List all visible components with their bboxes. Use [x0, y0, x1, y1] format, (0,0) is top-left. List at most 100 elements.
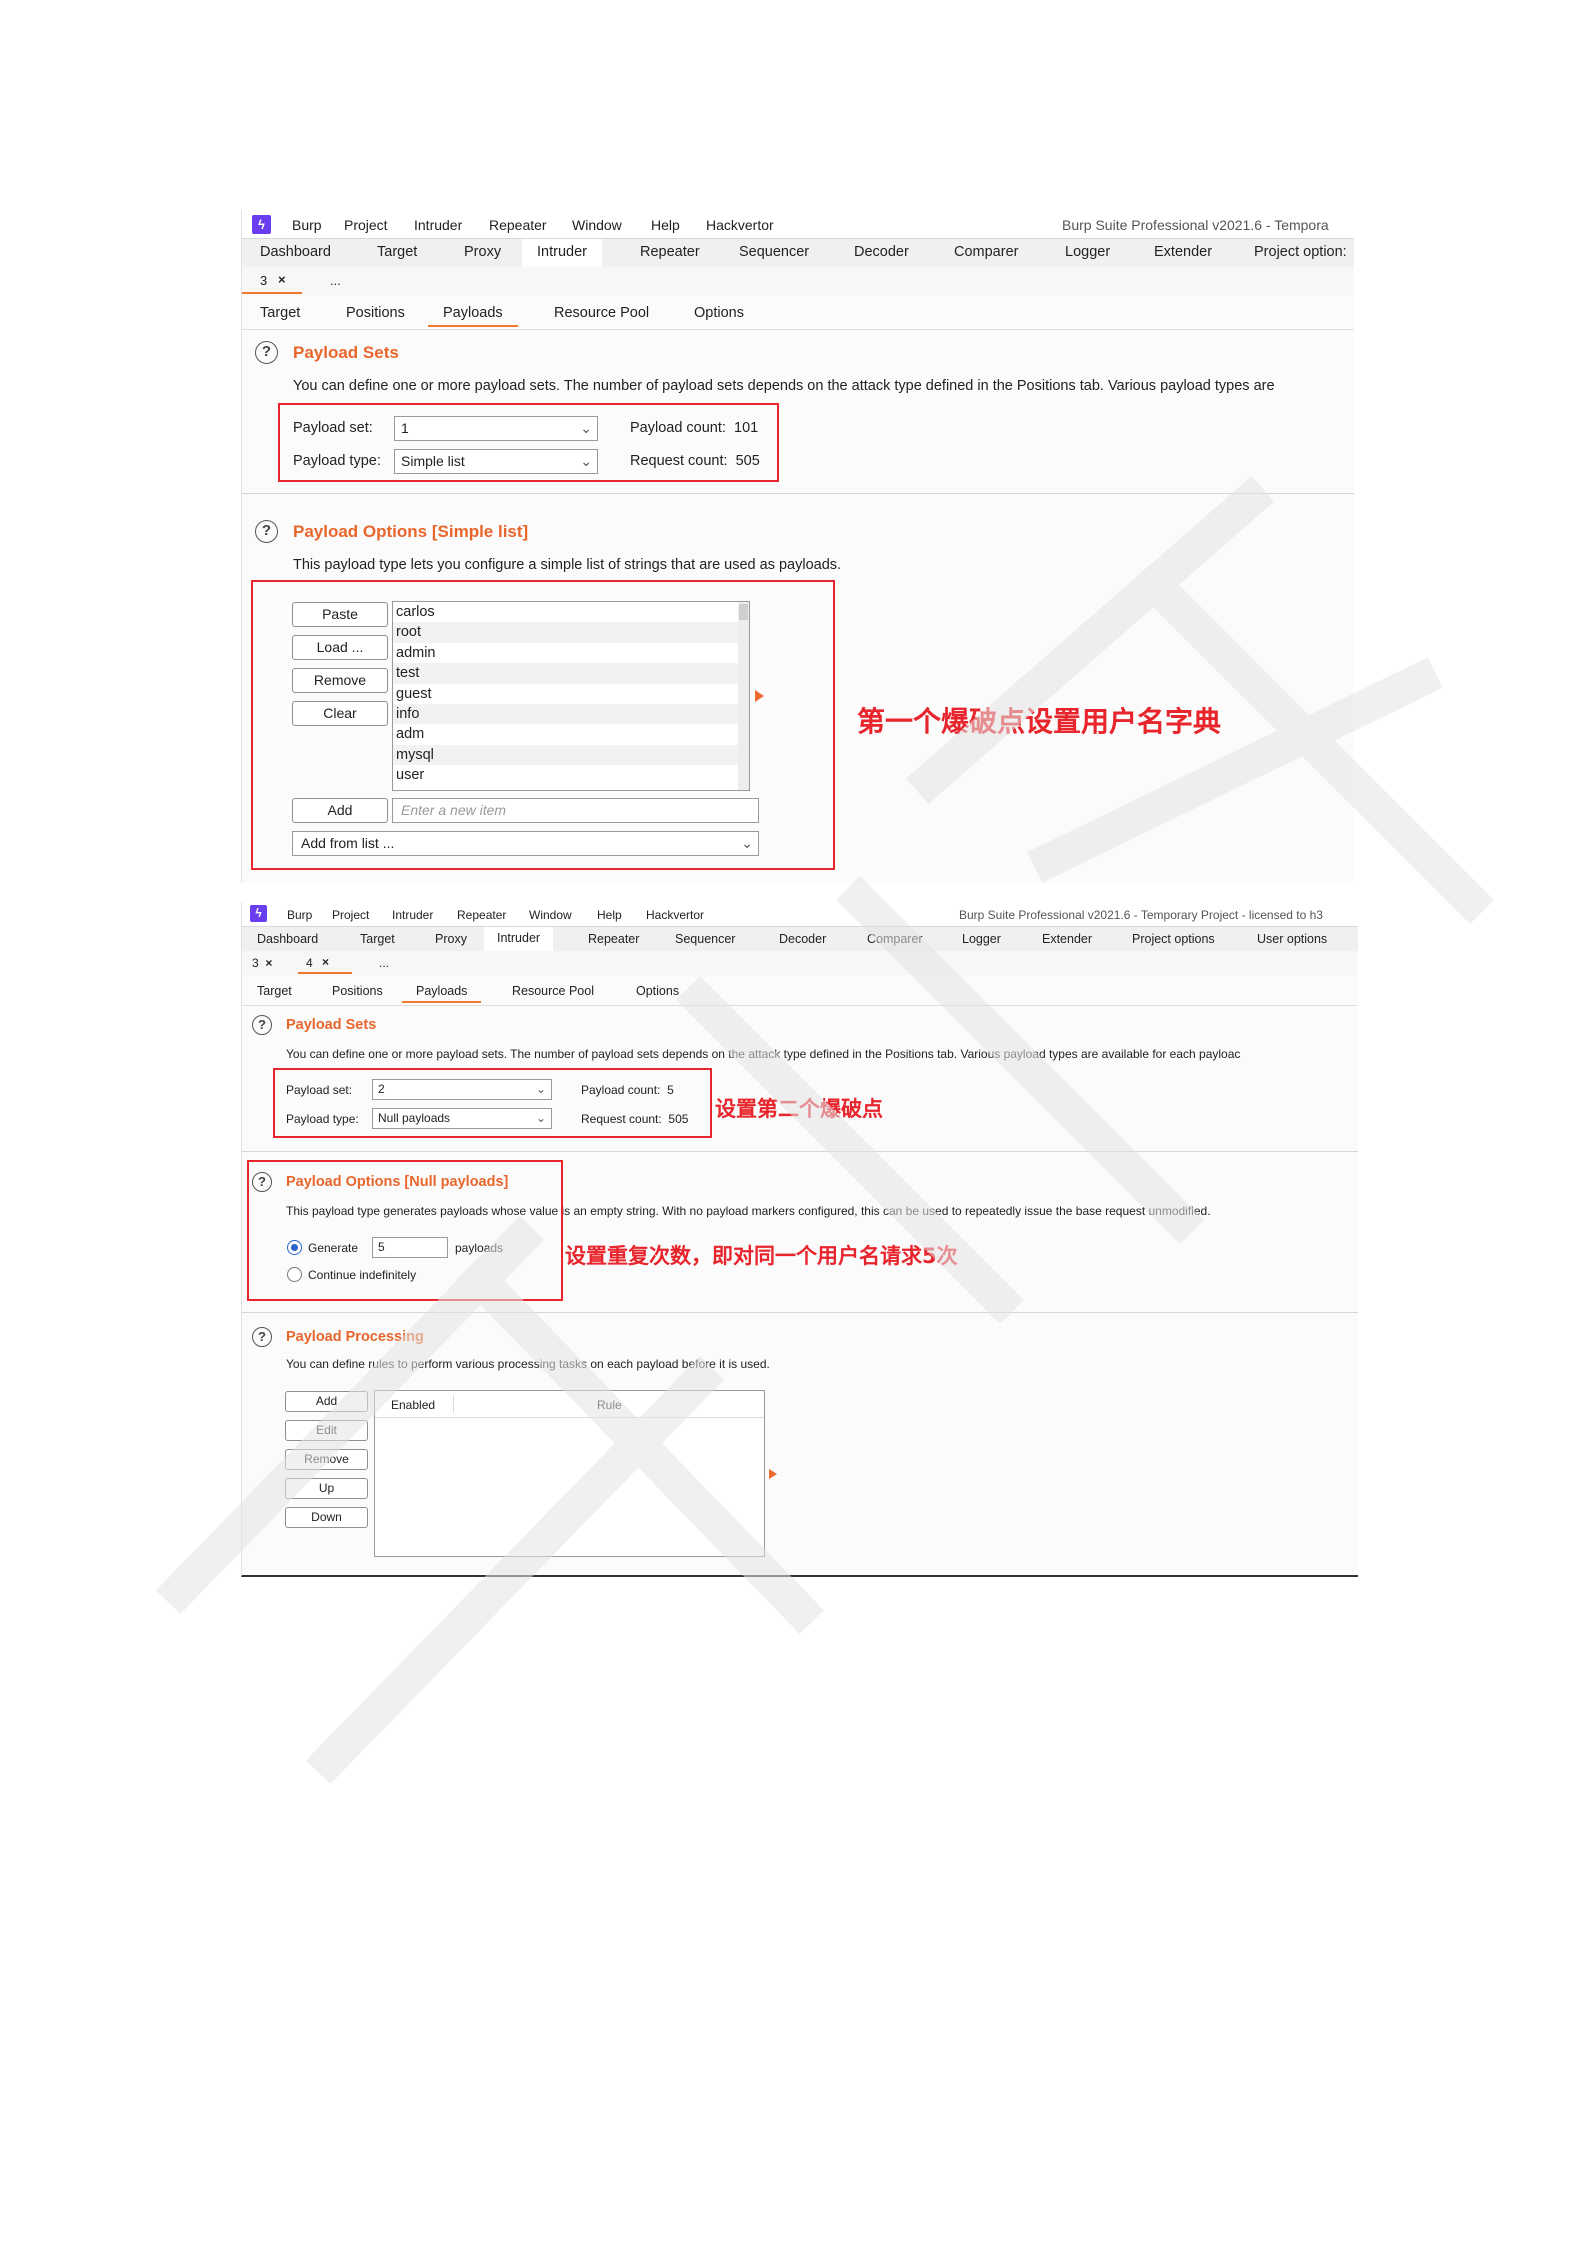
tab-sequencer[interactable]: Sequencer [739, 244, 809, 260]
tab-user-options[interactable]: User options [1257, 932, 1327, 946]
divider [242, 1151, 1358, 1152]
inner-tab-resource-pool[interactable]: Resource Pool [512, 984, 594, 998]
triangle-right-icon[interactable] [769, 1469, 777, 1479]
new-attack-tab[interactable]: ... [330, 273, 341, 288]
column-divider [453, 1395, 454, 1413]
tab-dashboard[interactable]: Dashboard [257, 932, 318, 946]
menu-window[interactable]: Window [529, 908, 572, 922]
close-icon[interactable]: × [278, 272, 286, 287]
tab-project-options[interactable]: Project option: [1254, 244, 1347, 260]
close-icon[interactable]: × [322, 955, 329, 969]
close-icon[interactable]: × [265, 956, 272, 970]
payload-options-description: This payload type lets you configure a s… [293, 557, 842, 573]
tab-sequencer[interactable]: Sequencer [675, 932, 735, 946]
divider [242, 493, 1354, 494]
tab-repeater[interactable]: Repeater [588, 932, 639, 946]
tab-intruder[interactable]: Intruder [484, 927, 554, 953]
tab-target[interactable]: Target [360, 932, 395, 946]
section-title-payload-processing: Payload Processing [286, 1329, 424, 1345]
inner-tab-resource-pool[interactable]: Resource Pool [554, 305, 649, 321]
tab-dashboard[interactable]: Dashboard [260, 244, 331, 260]
window-title: Burp Suite Professional v2021.6 - Tempor… [1062, 217, 1329, 233]
processing-rules-table[interactable]: Enabled Rule [374, 1390, 765, 1557]
menu-repeater[interactable]: Repeater [457, 908, 506, 922]
down-rule-button[interactable]: Down [285, 1507, 368, 1528]
attack-tab-4[interactable]: 4 × [298, 951, 352, 974]
add-rule-button[interactable]: Add [285, 1391, 368, 1412]
tab-comparer[interactable]: Comparer [954, 244, 1018, 260]
menu-window[interactable]: Window [572, 217, 622, 233]
attack-tab-3[interactable]: 3 × [252, 956, 272, 970]
window-title: Burp Suite Professional v2021.6 - Tempor… [959, 908, 1323, 922]
highlight-box [251, 580, 835, 870]
section-title-payload-sets: Payload Sets [286, 1017, 377, 1033]
menu-project[interactable]: Project [344, 217, 388, 233]
tab-extender[interactable]: Extender [1042, 932, 1092, 946]
column-header-enabled[interactable]: Enabled [391, 1398, 435, 1412]
highlight-box [247, 1160, 563, 1301]
burp-logo-icon: ϟ [252, 215, 271, 234]
help-circle-icon[interactable]: ? [252, 1015, 272, 1035]
menu-hackvertor[interactable]: Hackvertor [706, 217, 774, 233]
menu-bar: ϟ Burp Project Intruder Repeater Window … [242, 210, 1354, 238]
tab-repeater[interactable]: Repeater [640, 244, 700, 260]
annotation-username-dictionary: 第一个爆破点设置用户名字典 [857, 705, 1222, 738]
attack-tab-bar: 3 × 4 × ... [242, 951, 1358, 976]
tab-proxy[interactable]: Proxy [435, 932, 467, 946]
payload-sets-description: You can define one or more payload sets.… [286, 1047, 1241, 1061]
tab-intruder[interactable]: Intruder [522, 239, 602, 270]
main-tab-bar: Dashboard Target Proxy Intruder Repeater… [242, 926, 1358, 953]
attack-tab-label: 3 [260, 273, 268, 288]
menu-bar: ϟ Burp Project Intruder Repeater Window … [242, 902, 1358, 926]
tab-proxy[interactable]: Proxy [464, 244, 501, 260]
menu-project[interactable]: Project [332, 908, 369, 922]
highlight-box [278, 403, 779, 482]
tab-comparer[interactable]: Comparer [867, 932, 923, 946]
tab-extender[interactable]: Extender [1154, 244, 1212, 260]
tab-decoder[interactable]: Decoder [854, 244, 909, 260]
inner-tab-options[interactable]: Options [694, 305, 744, 321]
inner-tab-positions[interactable]: Positions [346, 305, 405, 321]
payload-sets-description: You can define one or more payload sets.… [293, 378, 1275, 394]
menu-intruder[interactable]: Intruder [414, 217, 462, 233]
menu-repeater[interactable]: Repeater [489, 217, 547, 233]
help-circle-icon[interactable]: ? [252, 1327, 272, 1347]
inner-tab-options[interactable]: Options [636, 984, 679, 998]
menu-burp[interactable]: Burp [292, 217, 322, 233]
annotation-second-position: 设置第二个爆破点 [715, 1097, 883, 1121]
column-header-rule[interactable]: Rule [597, 1398, 622, 1412]
inner-tab-payloads[interactable]: Payloads [428, 305, 518, 327]
up-rule-button[interactable]: Up [285, 1478, 368, 1499]
new-attack-tab[interactable]: ... [379, 956, 389, 970]
inner-tab-target[interactable]: Target [257, 984, 292, 998]
highlight-box [273, 1068, 712, 1138]
burp-logo-icon: ϟ [250, 905, 267, 922]
divider [242, 1312, 1358, 1313]
tab-logger[interactable]: Logger [962, 932, 1001, 946]
menu-intruder[interactable]: Intruder [392, 908, 433, 922]
payload-processing-description: You can define rules to perform various … [286, 1357, 770, 1371]
help-circle-icon[interactable]: ? [255, 520, 278, 543]
attack-tab-3[interactable]: 3 × [242, 267, 302, 294]
tab-decoder[interactable]: Decoder [779, 932, 826, 946]
payload-inner-tab-bar: Target Positions Payloads Resource Pool … [242, 295, 1354, 330]
tab-project-options[interactable]: Project options [1132, 932, 1215, 946]
menu-burp[interactable]: Burp [287, 908, 312, 922]
section-title-payload-sets: Payload Sets [293, 343, 399, 362]
edit-rule-button[interactable]: Edit [285, 1420, 368, 1441]
section-title-payload-options: Payload Options [Simple list] [293, 522, 529, 541]
remove-rule-button[interactable]: Remove [285, 1449, 368, 1470]
screenshot-simple-list: ϟ Burp Project Intruder Repeater Window … [241, 210, 1354, 883]
menu-help[interactable]: Help [597, 908, 622, 922]
inner-tab-positions[interactable]: Positions [332, 984, 383, 998]
tab-target[interactable]: Target [377, 244, 417, 260]
menu-help[interactable]: Help [651, 217, 680, 233]
inner-tab-target[interactable]: Target [260, 305, 300, 321]
annotation-repeat-count: 设置重复次数，即对同一个用户名请求5次 [565, 1244, 958, 1268]
tab-logger[interactable]: Logger [1065, 244, 1110, 260]
attack-tab-label: 3 [252, 956, 259, 970]
menu-hackvertor[interactable]: Hackvertor [646, 908, 704, 922]
inner-tab-payloads[interactable]: Payloads [402, 984, 482, 1003]
table-header: Enabled Rule [375, 1391, 764, 1418]
help-circle-icon[interactable]: ? [255, 341, 278, 364]
